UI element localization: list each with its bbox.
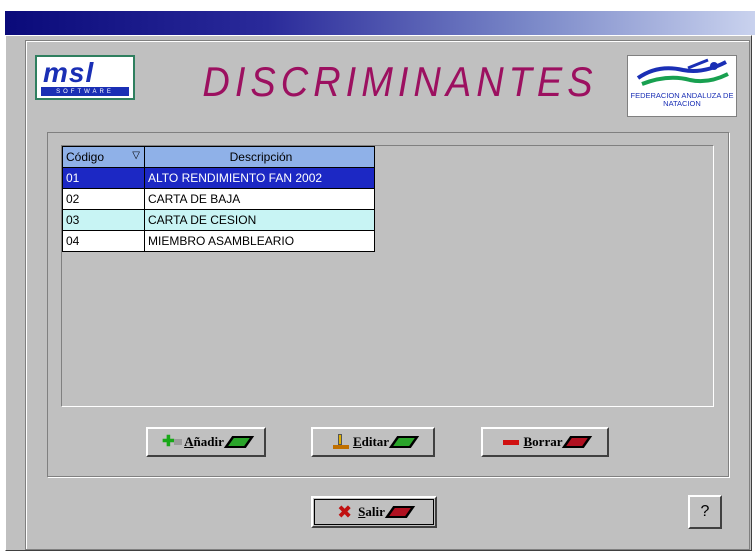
cell-codigo[interactable]: 04 [62,230,145,252]
msl-software-logo: msl SOFTWARE [35,55,135,100]
edit-button-label: ditar [361,434,390,449]
discriminantes-table[interactable]: Código ▽ Descripción 01 ALTO RENDIMIENTO … [62,146,375,252]
red-slash-icon [566,436,588,448]
edit-button-mnemonic: E [352,434,362,449]
red-slash-icon [389,506,411,518]
msl-logo-letters: msl [43,57,95,88]
delete-button-mnemonic: B [523,434,533,449]
table-row[interactable]: 02 CARTA DE BAJA [62,188,375,210]
cell-codigo[interactable]: 03 [62,209,145,231]
add-button[interactable]: Añadir [146,427,266,457]
cell-descripcion[interactable]: MIEMBRO ASAMBLEARIO [144,230,375,252]
table-row[interactable]: 03 CARTA DE CESION [62,209,375,231]
edit-button[interactable]: Editar [311,427,435,457]
title-bar[interactable] [5,11,755,35]
edit-icon [331,434,349,450]
column-header-descripcion[interactable]: Descripción [144,146,375,168]
cell-descripcion[interactable]: CARTA DE CESION [144,209,375,231]
delete-button[interactable]: Borrar [481,427,609,457]
column-header-label: Código [66,150,105,164]
green-slash-icon [228,436,250,448]
cell-descripcion[interactable]: ALTO RENDIMIENTO FAN 2002 [144,167,375,189]
cell-descripcion[interactable]: CARTA DE BAJA [144,188,375,210]
table-row[interactable]: 01 ALTO RENDIMIENTO FAN 2002 [62,167,375,189]
msl-logo-subtitle: SOFTWARE [41,88,129,96]
table-row[interactable]: 04 MIEMBRO ASAMBLEARIO [62,230,375,252]
fan-logo: FEDERACION ANDALUZA DE NATACION [627,55,737,117]
exit-button-label: alir [365,504,385,519]
delete-button-label: orrar [532,434,563,449]
exit-button[interactable]: ✖ Salir [311,496,437,528]
cell-codigo[interactable]: 01 [62,167,145,189]
close-icon: ✖ [337,501,353,523]
delete-icon [502,434,520,450]
sort-down-icon: ▽ [132,150,140,161]
page-title: DISCRIMINANTES [202,59,598,107]
add-button-label: ñadir [193,434,224,449]
green-slash-icon [393,436,415,448]
help-button[interactable]: ? [688,495,722,529]
cell-codigo[interactable]: 02 [62,188,145,210]
table-header-row: Código ▽ Descripción [62,146,375,168]
swimmer-icon [636,58,729,86]
fan-logo-text: FEDERACION ANDALUZA DE NATACION [630,91,734,108]
column-header-codigo[interactable]: Código ▽ [62,146,145,168]
add-icon [162,432,183,451]
add-button-mnemonic: A [184,434,194,449]
